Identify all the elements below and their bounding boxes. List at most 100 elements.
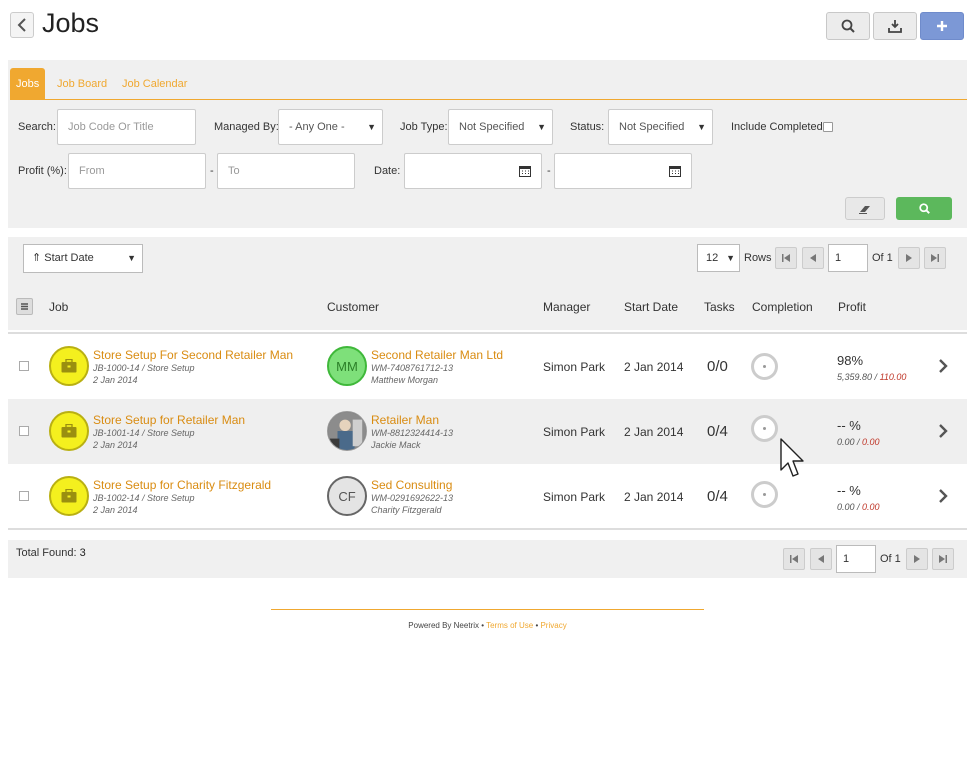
chevron-right-icon[interactable] bbox=[937, 358, 949, 374]
profit-target: 110.00 bbox=[879, 372, 907, 382]
tab-bar: Jobs Job Board Job Calendar bbox=[10, 68, 967, 100]
column-header-start-date[interactable]: Start Date bbox=[624, 300, 678, 314]
prev-page-button[interactable] bbox=[810, 548, 832, 570]
customer-contact: Jackie Mack bbox=[371, 440, 421, 450]
prev-page-button[interactable] bbox=[802, 247, 824, 269]
sort-select[interactable]: ⇑ Start Date ▼ bbox=[23, 244, 143, 273]
page-number-input[interactable]: 1 bbox=[828, 244, 868, 272]
status-value: Not Specified bbox=[619, 121, 685, 133]
tasks-count: 0/0 bbox=[707, 358, 728, 375]
chevron-right-icon[interactable] bbox=[937, 423, 949, 439]
total-found: Total Found: 3 bbox=[16, 547, 86, 559]
first-page-button[interactable] bbox=[783, 548, 805, 570]
job-type-select[interactable]: Not Specified ▼ bbox=[448, 109, 553, 145]
start-date: 2 Jan 2014 bbox=[624, 360, 684, 374]
table-row[interactable]: Store Setup For Second Retailer Man JB-1… bbox=[8, 334, 967, 399]
table-row[interactable]: Store Setup for Charity Fitzgerald JB-10… bbox=[8, 464, 967, 529]
last-page-button[interactable] bbox=[932, 548, 954, 570]
total-label: Total Found: bbox=[16, 547, 77, 559]
clear-filters-button[interactable] bbox=[845, 197, 885, 220]
row-checkbox[interactable] bbox=[19, 361, 29, 371]
next-page-button[interactable] bbox=[898, 247, 920, 269]
customer-name-link[interactable]: Retailer Man bbox=[371, 413, 439, 427]
customer-contact: Matthew Morgan bbox=[371, 375, 439, 385]
profit-actual: 0.00 bbox=[837, 502, 855, 512]
tab-job-calendar[interactable]: Job Calendar bbox=[116, 68, 193, 100]
next-page-button[interactable] bbox=[906, 548, 928, 570]
row-checkbox[interactable] bbox=[19, 426, 29, 436]
tasks-count: 0/4 bbox=[707, 488, 728, 505]
row-checkbox[interactable] bbox=[19, 491, 29, 501]
status-label: Status: bbox=[570, 121, 605, 133]
prev-page-icon bbox=[818, 555, 824, 563]
privacy-link[interactable]: Privacy bbox=[540, 621, 566, 630]
chevron-right-icon[interactable] bbox=[937, 488, 949, 504]
include-completed-checkbox[interactable] bbox=[823, 122, 833, 132]
status-select[interactable]: Not Specified ▼ bbox=[608, 109, 713, 145]
job-avatar bbox=[49, 346, 89, 386]
search-label: Search: bbox=[18, 121, 56, 133]
customer-code: WM-7408761712-13 bbox=[371, 363, 454, 373]
start-date: 2 Jan 2014 bbox=[624, 490, 684, 504]
profit-label: Profit (%): bbox=[18, 165, 67, 177]
managed-by-value: - Any One - bbox=[289, 121, 345, 133]
profit-separator: / bbox=[854, 502, 863, 512]
profit-percent: -- % bbox=[837, 483, 861, 498]
download-button[interactable] bbox=[873, 12, 917, 40]
last-page-button[interactable] bbox=[924, 247, 946, 269]
list-footer: Total Found: 3 1 Of 1 bbox=[8, 540, 967, 578]
first-page-button[interactable] bbox=[775, 247, 797, 269]
job-date: 2 Jan 2014 bbox=[93, 440, 138, 450]
customer-name-link[interactable]: Sed Consulting bbox=[371, 478, 452, 492]
column-header-customer[interactable]: Customer bbox=[327, 300, 379, 314]
customer-name-link[interactable]: Second Retailer Man Ltd bbox=[371, 348, 503, 362]
first-page-icon bbox=[782, 254, 790, 262]
profit-percent: -- % bbox=[837, 418, 861, 433]
column-header-manager[interactable]: Manager bbox=[543, 300, 590, 314]
caret-down-icon: ▼ bbox=[726, 253, 735, 263]
profit-breakdown: 0.00 / 0.00 bbox=[837, 437, 880, 447]
manager-name: Simon Park bbox=[543, 490, 606, 504]
apply-search-button[interactable] bbox=[896, 197, 952, 220]
terms-link[interactable]: Terms of Use bbox=[486, 621, 533, 630]
tasks-count: 0/4 bbox=[707, 423, 728, 440]
caret-down-icon: ▼ bbox=[367, 122, 376, 132]
add-job-button[interactable] bbox=[920, 12, 964, 40]
caret-down-icon: ▼ bbox=[537, 122, 546, 132]
table-row[interactable]: Store Setup for Retailer Man JB-1001-14 … bbox=[8, 399, 967, 464]
column-menu-icon[interactable] bbox=[16, 298, 33, 315]
date-to-input[interactable] bbox=[554, 153, 692, 189]
tab-job-board[interactable]: Job Board bbox=[51, 68, 113, 100]
managed-by-select[interactable]: - Any One - ▼ bbox=[278, 109, 383, 145]
table-bottom-divider bbox=[8, 528, 967, 530]
briefcase-icon bbox=[61, 359, 77, 373]
rows-per-page-value: 12 bbox=[706, 252, 719, 264]
filter-panel: Jobs Job Board Job Calendar Search: Job … bbox=[8, 60, 967, 228]
column-header-completion[interactable]: Completion bbox=[752, 300, 813, 314]
date-label: Date: bbox=[374, 165, 401, 177]
completion-ring bbox=[751, 353, 778, 380]
column-header-profit[interactable]: Profit bbox=[838, 300, 866, 314]
date-from-input[interactable] bbox=[404, 153, 542, 189]
column-header-job[interactable]: Job bbox=[49, 300, 68, 314]
job-title-link[interactable]: Store Setup for Charity Fitzgerald bbox=[93, 478, 271, 492]
page-of-label: Of 1 bbox=[872, 252, 893, 264]
page-number-input[interactable]: 1 bbox=[836, 545, 876, 573]
back-button[interactable] bbox=[10, 12, 34, 38]
job-code: JB-1001-14 / Store Setup bbox=[93, 428, 195, 438]
search-input[interactable]: Job Code Or Title bbox=[57, 109, 196, 145]
tab-jobs[interactable]: Jobs bbox=[10, 68, 46, 100]
start-date: 2 Jan 2014 bbox=[624, 425, 684, 439]
customer-avatar: CF bbox=[327, 476, 367, 516]
job-title-link[interactable]: Store Setup For Second Retailer Man bbox=[93, 348, 293, 362]
profit-actual: 0.00 bbox=[837, 437, 855, 447]
job-title-link[interactable]: Store Setup for Retailer Man bbox=[93, 413, 245, 427]
briefcase-icon bbox=[61, 489, 77, 503]
rows-per-page-select[interactable]: 12 ▼ bbox=[697, 244, 740, 272]
column-header-tasks[interactable]: Tasks bbox=[704, 300, 735, 314]
search-button[interactable] bbox=[826, 12, 870, 40]
profit-to-input[interactable]: To bbox=[217, 153, 355, 189]
chevron-left-icon bbox=[17, 18, 26, 32]
profit-from-input[interactable]: From bbox=[68, 153, 206, 189]
job-date: 2 Jan 2014 bbox=[93, 505, 138, 515]
